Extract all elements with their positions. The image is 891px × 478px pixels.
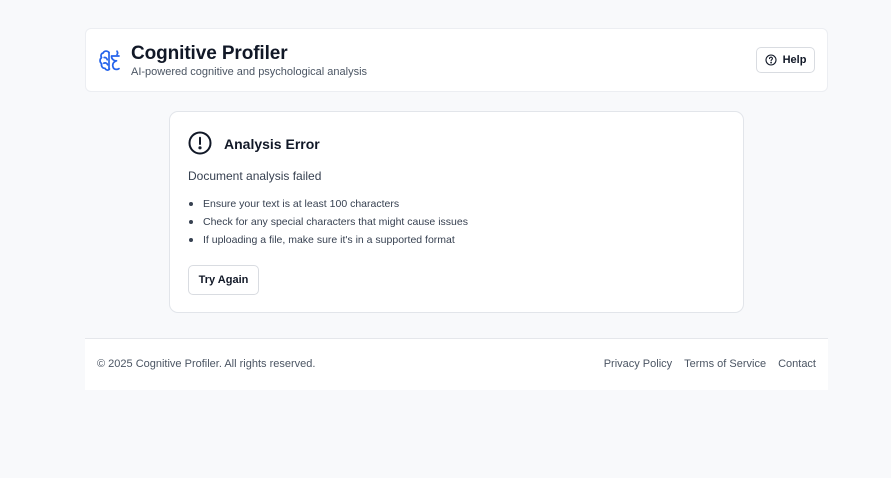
error-tip: Ensure your text is at least 100 charact… — [188, 195, 468, 213]
copyright-text: © 2025 Cognitive Profiler. All rights re… — [97, 358, 316, 370]
error-card: Analysis Error Document analysis failed … — [169, 111, 744, 313]
alert-circle-icon — [188, 131, 212, 155]
app-header: Cognitive Profiler AI-powered cognitive … — [85, 28, 828, 92]
error-tip: Check for any special characters that mi… — [188, 213, 468, 231]
error-title: Analysis Error — [224, 136, 320, 152]
contact-link[interactable]: Contact — [778, 358, 816, 370]
terms-of-service-link[interactable]: Terms of Service — [684, 358, 766, 370]
brain-icon — [99, 50, 120, 71]
app-title: Cognitive Profiler — [131, 43, 288, 64]
error-tip: If uploading a file, make sure it's in a… — [188, 231, 468, 249]
page-footer: © 2025 Cognitive Profiler. All rights re… — [85, 338, 828, 390]
error-message: Document analysis failed — [188, 169, 322, 183]
footer-links: Privacy Policy Terms of Service Contact — [604, 358, 816, 370]
privacy-policy-link[interactable]: Privacy Policy — [604, 358, 672, 370]
error-tips-list: Ensure your text is at least 100 charact… — [188, 195, 468, 249]
try-again-button[interactable]: Try Again — [188, 265, 259, 295]
app-subtitle: AI-powered cognitive and psychological a… — [131, 66, 368, 78]
help-button[interactable]: Help — [756, 47, 815, 73]
help-label: Help — [782, 54, 807, 66]
help-circle-icon — [765, 54, 777, 66]
